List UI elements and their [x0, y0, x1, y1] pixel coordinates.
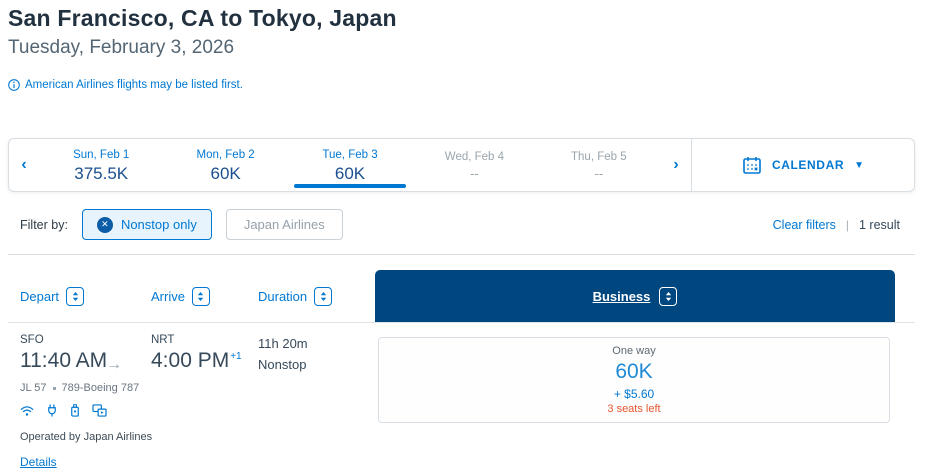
filter-bar: Filter by: ✕ Nonstop only Japan Airlines…	[8, 192, 915, 255]
chevron-right-icon[interactable]: ›	[661, 139, 691, 191]
day-offset-badge: +1	[230, 351, 242, 362]
listing-notice-text: American Airlines flights may be listed …	[25, 79, 243, 91]
sort-icon	[659, 286, 678, 306]
flight-summary: SFO 11:40 AM → NRT 4:00 PM+1 11h 20m Non…	[8, 323, 375, 471]
stops-value: Nonstop	[258, 357, 307, 372]
arrive-time: 4:00 PM+1	[151, 349, 242, 372]
depart-cell: SFO 11:40 AM →	[20, 334, 151, 373]
date-tab-label: Mon, Feb 2	[196, 148, 255, 161]
caret-down-icon: ▼	[854, 159, 865, 171]
divider: |	[845, 217, 849, 232]
sort-arrive-button[interactable]: Arrive	[151, 270, 258, 322]
fare-taxes: + $5.60	[613, 387, 655, 401]
separator-dot	[52, 386, 56, 390]
filter-pill-label: Nonstop only	[120, 217, 197, 232]
usb-icon	[71, 404, 79, 417]
search-date: Tuesday, February 3, 2026	[8, 37, 235, 58]
flight-info-line: JL 57 789-Boeing 787	[20, 382, 375, 394]
page-header: San Francisco, CA to Tokyo, Japan Tuesda…	[0, 0, 926, 59]
date-tabs: Sun, Feb 1 375.5K Mon, Feb 2 60K Tue, Fe…	[39, 139, 661, 191]
date-tab-price: --	[470, 166, 479, 181]
cabin-header-label: Business	[592, 288, 651, 304]
seats-left-badge: 3 seats left	[607, 403, 661, 415]
sort-icon	[191, 286, 210, 306]
aircraft-type: 789-Boeing 787	[61, 382, 140, 394]
power-icon	[48, 404, 56, 417]
close-icon[interactable]: ✕	[96, 216, 113, 233]
date-tab-price: 60K	[210, 163, 241, 183]
date-tab-label: Sun, Feb 1	[73, 148, 130, 161]
sort-icon	[314, 286, 333, 306]
flight-search-results-page: San Francisco, CA to Tokyo, Japan Tuesda…	[0, 0, 926, 475]
date-tab-tue-feb-3-selected[interactable]: Tue, Feb 3 60K	[288, 139, 412, 191]
calendar-icon	[743, 157, 761, 174]
date-tab-price: --	[594, 166, 604, 181]
date-tab-thu-feb-5[interactable]: Thu, Feb 5 --	[537, 139, 661, 191]
filter-pill-japan-airlines[interactable]: Japan Airlines	[225, 209, 343, 240]
calendar-button[interactable]: CALENDAR ▼	[692, 139, 914, 191]
sort-arrive-label: Arrive	[151, 288, 185, 304]
wifi-icon	[20, 405, 34, 416]
depart-time: 11:40 AM	[20, 349, 108, 372]
date-tab-label: Tue, Feb 3	[322, 148, 378, 161]
filter-pill-nonstop-only[interactable]: ✕ Nonstop only	[81, 209, 212, 240]
origin-code: SFO	[20, 334, 44, 346]
entertainment-icon	[92, 404, 107, 417]
arrow-right-icon: →	[106, 356, 122, 373]
filter-by-label: Filter by:	[20, 217, 68, 232]
operated-by: Operated by Japan Airlines	[20, 431, 153, 443]
result-count: 1 result	[859, 217, 900, 232]
listing-notice-link[interactable]: American Airlines flights may be listed …	[8, 79, 926, 91]
sort-duration-button[interactable]: Duration	[258, 270, 375, 322]
chevron-left-icon[interactable]: ‹	[9, 139, 39, 191]
date-tab-price: 375.5K	[74, 163, 129, 183]
date-tab-price: 60K	[334, 163, 366, 183]
date-tab-label: Thu, Feb 5	[571, 151, 627, 163]
fare-column: One way 60K + $5.60 3 seats left	[375, 323, 895, 471]
date-tab-label: Wed, Feb 4	[444, 151, 505, 163]
flight-result-row: SFO 11:40 AM → NRT 4:00 PM+1 11h 20m Non…	[8, 323, 915, 471]
info-icon	[8, 79, 20, 91]
duration-cell: 11h 20m Nonstop	[258, 334, 375, 373]
calendar-button-label: CALENDAR	[771, 158, 845, 172]
duration-value: 11h 20m	[258, 336, 308, 351]
date-strip: ‹ Sun, Feb 1 375.5K Mon, Feb 2 60K Tue, …	[8, 138, 915, 192]
fare-miles: 60K	[615, 360, 653, 383]
filter-pill-label: Japan Airlines	[243, 217, 325, 232]
date-tab-sun-feb-1[interactable]: Sun, Feb 1 375.5K	[39, 139, 163, 191]
business-fare-card[interactable]: One way 60K + $5.60 3 seats left	[378, 337, 890, 423]
details-link[interactable]: Details	[20, 455, 57, 469]
page-title: San Francisco, CA to Tokyo, Japan	[8, 5, 397, 31]
sort-depart-button[interactable]: Depart	[8, 270, 151, 322]
trip-type: One way	[612, 345, 656, 357]
results-header: Depart Arrive Duration Business	[8, 270, 915, 323]
date-tab-mon-feb-2[interactable]: Mon, Feb 2 60K	[163, 139, 287, 191]
sort-depart-label: Depart	[20, 288, 60, 304]
flight-number: JL 57	[20, 382, 47, 394]
sort-duration-label: Duration	[258, 288, 308, 304]
amenities	[20, 404, 375, 417]
destination-code: NRT	[151, 334, 175, 346]
date-tab-wed-feb-4[interactable]: Wed, Feb 4 --	[412, 139, 536, 191]
cabin-header-business[interactable]: Business	[375, 270, 895, 322]
flight-times: SFO 11:40 AM → NRT 4:00 PM+1 11h 20m Non…	[20, 334, 375, 373]
sort-icon	[66, 286, 85, 306]
clear-filters-link[interactable]: Clear filters	[773, 218, 836, 232]
arrive-cell: NRT 4:00 PM+1	[151, 334, 258, 373]
